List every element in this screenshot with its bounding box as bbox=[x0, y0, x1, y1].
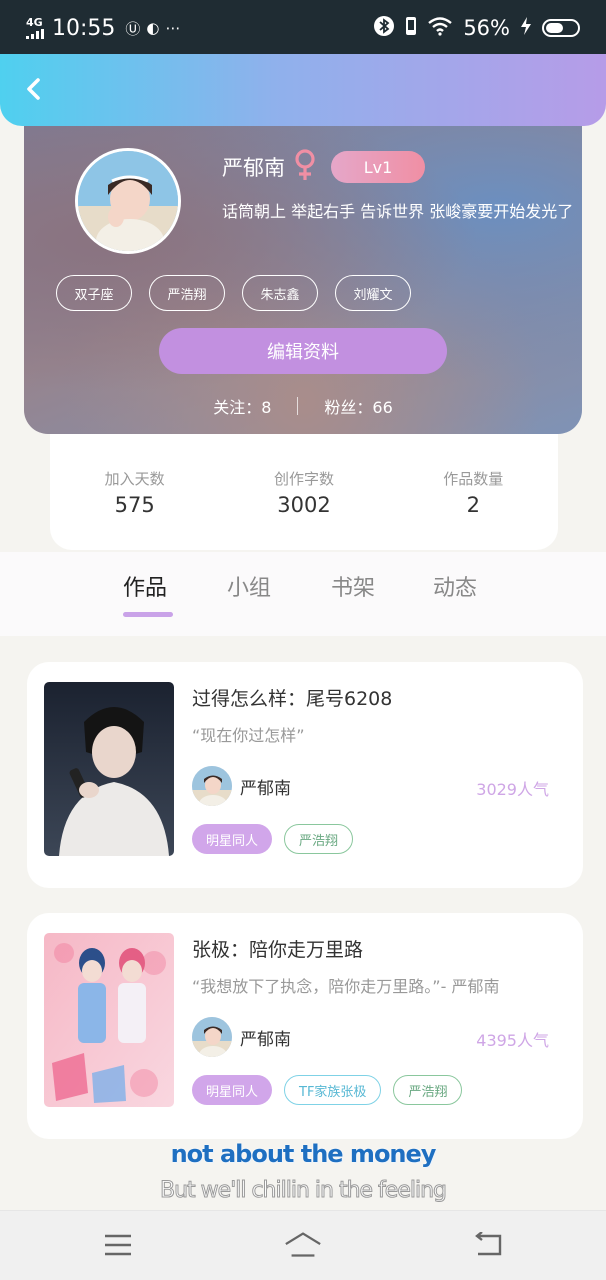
bluetooth-icon bbox=[373, 15, 395, 42]
network-type: 4G bbox=[26, 16, 43, 29]
profile-tag[interactable]: 朱志鑫 bbox=[242, 275, 318, 311]
work-cover-image bbox=[44, 933, 174, 1107]
work-quote: “现在你过怎样” bbox=[192, 726, 305, 745]
profile-username: 严郁南 bbox=[222, 156, 285, 180]
tab-activity[interactable]: 动态 bbox=[433, 570, 477, 602]
work-tag[interactable]: TF家族张极 bbox=[284, 1075, 382, 1105]
top-header-bar bbox=[0, 54, 606, 126]
battery-icon bbox=[542, 19, 580, 37]
follow-stats: 关注：8 粉丝：66 bbox=[24, 394, 582, 418]
work-title: 过得怎么样：尾号6208 bbox=[192, 688, 393, 710]
profile-tag[interactable]: 严浩翔 bbox=[149, 275, 225, 311]
female-icon bbox=[293, 148, 317, 186]
menu-icon bbox=[105, 1234, 131, 1256]
fans-count: 66 bbox=[372, 398, 393, 417]
menu-button[interactable] bbox=[98, 1227, 138, 1263]
stat-word-count: 创作字数 3002 bbox=[273, 470, 334, 517]
work-card[interactable]: 张极：陪你走万里路 “我想放下了执念，陪你走万里路。”- 严郁南 严郁南 439… bbox=[27, 913, 583, 1139]
work-quote: “我想放下了执念，陪你走万里路。”- 严郁南 bbox=[192, 977, 500, 996]
divider bbox=[297, 397, 299, 415]
work-tag[interactable]: 严浩翔 bbox=[284, 824, 354, 854]
wifi-icon bbox=[427, 16, 453, 41]
creator-stats: 加入天数 575 创作字数 3002 作品数量 2 bbox=[50, 430, 558, 550]
work-tag[interactable]: 明星同人 bbox=[192, 824, 273, 854]
vibrate-icon bbox=[405, 16, 417, 41]
active-tab-indicator bbox=[123, 612, 173, 617]
lyric-line-current: not about the money bbox=[170, 1140, 437, 1168]
signal-indicator: 4G bbox=[26, 17, 44, 39]
author-name: 严郁南 bbox=[240, 778, 291, 799]
popularity-count: 4395人气 bbox=[476, 1031, 549, 1050]
work-tag[interactable]: 严浩翔 bbox=[393, 1075, 463, 1105]
tab-works[interactable]: 作品 bbox=[123, 570, 167, 602]
battery-percent: 56% bbox=[463, 16, 510, 40]
charging-icon bbox=[520, 16, 532, 40]
lyric-line-next: But we'll chillin in the feeling bbox=[160, 1178, 448, 1204]
home-icon bbox=[285, 1232, 321, 1257]
back-button[interactable] bbox=[16, 72, 50, 106]
following-count: 8 bbox=[261, 398, 272, 417]
stat-join-days: 加入天数 575 bbox=[104, 470, 165, 517]
return-icon bbox=[475, 1232, 502, 1256]
stat-work-count: 作品数量 2 bbox=[443, 470, 504, 517]
signal-bars-icon bbox=[26, 29, 44, 39]
notification-app-icon-2: ◐ bbox=[146, 19, 160, 37]
profile-tag[interactable]: 双子座 bbox=[56, 275, 132, 311]
profile-card: 严郁南 Lv1 话筒朝上 举起右手 告诉世界 张峻豪要开始发光了 双子座 严浩翔朱… bbox=[24, 110, 582, 434]
work-cover-image bbox=[44, 682, 174, 856]
profile-bio: 话筒朝上 举起右手 告诉世界 张峻豪要开始发光了 bbox=[222, 202, 574, 221]
notification-app-icon: Ⓤ bbox=[125, 19, 141, 38]
more-notifications-icon: ⋯ bbox=[165, 19, 181, 37]
tab-groups[interactable]: 小组 bbox=[227, 570, 271, 602]
work-author[interactable]: 严郁南 bbox=[192, 1017, 291, 1057]
content-tabs: 作品 小组 书架 动态 bbox=[0, 552, 606, 636]
profile-tag[interactable]: 刘耀文 bbox=[335, 275, 411, 311]
battery-level-fill bbox=[546, 23, 563, 33]
fans-link[interactable]: 粉丝：66 bbox=[324, 394, 392, 418]
popularity-count: 3029人气 bbox=[476, 780, 549, 799]
system-navigation-bar bbox=[0, 1210, 606, 1280]
author-avatar bbox=[192, 1017, 232, 1057]
profile-avatar[interactable] bbox=[75, 148, 181, 254]
chevron-left-icon bbox=[27, 78, 40, 100]
author-name: 严郁南 bbox=[240, 1029, 291, 1050]
following-link[interactable]: 关注：8 bbox=[213, 394, 271, 418]
author-avatar bbox=[192, 766, 232, 806]
back-nav-button[interactable] bbox=[468, 1227, 508, 1263]
work-card[interactable]: 过得怎么样：尾号6208 “现在你过怎样” 严郁南 3029人气 明星同人 严浩… bbox=[27, 662, 583, 888]
clock: 10:55 bbox=[52, 15, 116, 41]
home-button[interactable] bbox=[283, 1227, 323, 1263]
edit-profile-button[interactable]: 编辑资料 bbox=[159, 328, 447, 374]
work-tags: 明星同人 TF家族张极 严浩翔 bbox=[192, 1075, 463, 1105]
work-title: 张极：陪你走万里路 bbox=[192, 939, 364, 961]
tab-bookshelf[interactable]: 书架 bbox=[331, 570, 375, 602]
work-author[interactable]: 严郁南 bbox=[192, 766, 291, 806]
work-tags: 明星同人 严浩翔 bbox=[192, 824, 354, 854]
level-badge: Lv1 bbox=[331, 151, 425, 183]
profile-tags: 双子座 严浩翔 朱志鑫 刘耀文 bbox=[56, 275, 411, 311]
work-tag[interactable]: 明星同人 bbox=[192, 1075, 273, 1105]
status-bar: 4G 10:55 Ⓤ ◐ ⋯ 56% bbox=[0, 0, 606, 56]
